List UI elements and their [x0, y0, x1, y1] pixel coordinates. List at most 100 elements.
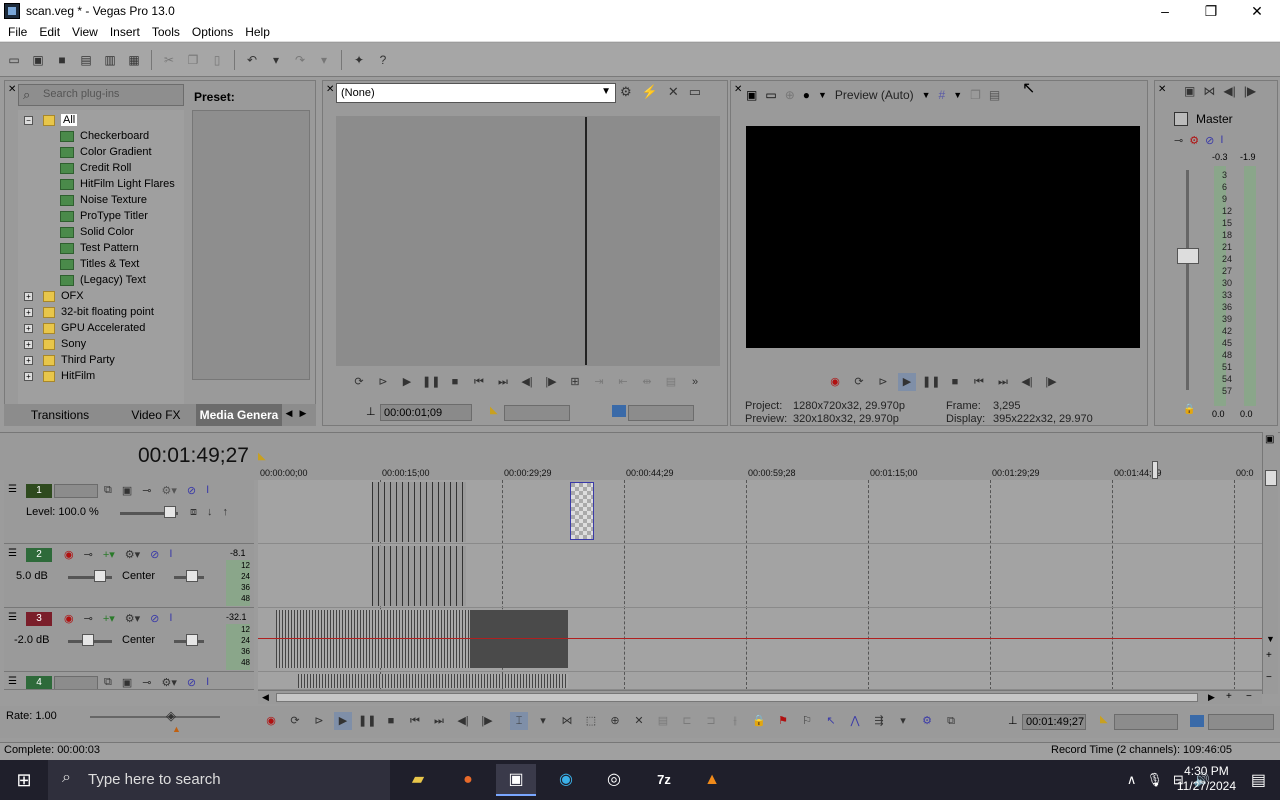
volume-slider-knob[interactable] [82, 634, 94, 646]
track-name-field[interactable] [54, 676, 98, 689]
mute-icon[interactable]: ⊘ [1205, 134, 1214, 147]
project-video-properties-icon[interactable]: ▣ [746, 88, 757, 102]
vlc-icon[interactable]: ▲ [692, 764, 732, 796]
track-fx-icon[interactable]: ⚙▾ [161, 676, 176, 689]
composite-mode-icon[interactable]: ⧉ [104, 676, 112, 689]
horizontal-scroll-thumb[interactable] [276, 693, 1198, 702]
downmix-icon[interactable]: ⋈ [1203, 84, 1215, 98]
make-compositing-child-icon[interactable]: ▣ [122, 484, 132, 497]
insert-bus-fx-icon[interactable]: ⊸ [1174, 134, 1183, 147]
insert-region-icon[interactable]: ⚐ [798, 712, 816, 730]
vertical-scroll-thumb[interactable] [1265, 470, 1277, 486]
make-compositing-child-icon[interactable]: ▣ [122, 676, 132, 689]
firefox-icon[interactable]: ● [448, 764, 488, 796]
tree-folder[interactable]: + GPU Accelerated [24, 320, 145, 336]
go-to-start-icon[interactable]: ⏮ [470, 373, 488, 391]
pause-icon[interactable]: ❚❚ [358, 712, 376, 730]
tree-item[interactable]: Checkerboard [60, 128, 149, 144]
open-folder-icon[interactable]: ▣ [28, 50, 48, 70]
insert-fx-icon[interactable]: +▾ [103, 548, 115, 561]
trimmer-video-area[interactable] [336, 116, 720, 366]
audio-clip-track3[interactable] [276, 610, 568, 668]
master-close-icon[interactable]: ✕ [1158, 84, 1166, 95]
file-explorer-icon[interactable]: ▰ [398, 764, 438, 796]
7zip-icon[interactable]: 7z [644, 764, 684, 796]
normal-edit-tool-icon[interactable]: ⌶ [510, 712, 528, 730]
tab-transitions[interactable]: Transitions [4, 404, 116, 426]
more-controls-icon[interactable]: » [686, 373, 704, 391]
split-screen-icon[interactable]: ⊕ [785, 88, 795, 102]
redo-dropdown-icon[interactable]: ▾ [314, 50, 334, 70]
preview-quality-select[interactable]: Preview (Auto) [835, 88, 914, 102]
trimmer-timecode[interactable]: 00:00:01;09 [380, 404, 472, 421]
track-fx-icon[interactable]: ⚙▾ [161, 484, 176, 497]
zoom-out-horizontal-icon[interactable]: − [1246, 691, 1252, 702]
trimmer-cursor[interactable] [585, 117, 587, 365]
vegas-taskbar-icon[interactable]: ▣ [496, 764, 536, 796]
solo-icon[interactable]: I [206, 484, 209, 497]
zoom-edit-tool-icon[interactable]: ⊕ [606, 712, 624, 730]
go-to-start-icon[interactable]: ⏮ [970, 373, 988, 391]
master-fader-knob[interactable] [1177, 247, 1199, 264]
save-snapshot-icon[interactable]: ▤ [989, 88, 1000, 102]
collapse-icon[interactable]: − [24, 115, 33, 125]
enable-snapping-icon[interactable]: ↖ [822, 712, 840, 730]
invert-phase-icon[interactable]: ⊸ [84, 612, 93, 625]
trimmer-monitor-icon[interactable]: ▭ [689, 84, 701, 100]
render-icon[interactable]: ▥ [100, 50, 120, 70]
play-from-start-icon[interactable]: ⊳ [310, 712, 328, 730]
expand-icon[interactable]: ↓ [207, 506, 213, 519]
undo-dropdown-icon[interactable]: ▾ [266, 50, 286, 70]
previous-frame-icon[interactable]: ◀| [518, 373, 536, 391]
menu-view[interactable]: View [66, 25, 104, 39]
external-monitor-icon[interactable]: ▭ [765, 88, 776, 102]
pan-slider-knob[interactable] [186, 570, 198, 582]
next-frame-icon[interactable]: |▶ [542, 373, 560, 391]
master-fader-track[interactable] [1186, 170, 1189, 390]
tab-video-fx[interactable]: Video FX [116, 404, 196, 426]
tab-scroll-right-icon[interactable]: ▶ [296, 404, 310, 426]
scroll-down-icon[interactable]: ▼ [1266, 634, 1275, 644]
video-clip[interactable] [372, 482, 466, 542]
mute-icon[interactable]: ⊘ [150, 612, 159, 625]
overwrite-icon[interactable]: ⇤ [614, 373, 632, 391]
expand-icon[interactable]: + [24, 291, 33, 301]
expand-icon[interactable]: + [24, 355, 33, 365]
tree-item[interactable]: ProType Titler [60, 208, 148, 224]
stop-icon[interactable]: ■ [382, 712, 400, 730]
windows-start-icon[interactable]: ⊞ [0, 760, 48, 800]
play-from-start-icon[interactable]: ⊳ [374, 373, 392, 391]
copy-icon[interactable]: ❐ [183, 50, 203, 70]
insert-marker-icon[interactable]: ⚑ [774, 712, 792, 730]
cut-icon[interactable]: ✂ [159, 50, 179, 70]
trim-end-icon[interactable]: ⊐ [702, 712, 720, 730]
tree-folder[interactable]: + Sony [24, 336, 86, 352]
mute-icon[interactable]: ⊘ [187, 484, 196, 497]
menu-file[interactable]: File [2, 25, 33, 39]
properties-icon[interactable]: ▦ [124, 50, 144, 70]
expand-icon[interactable]: + [24, 323, 33, 333]
expand-icon[interactable]: + [24, 307, 33, 317]
timeline-horizontal-scrollbar[interactable]: ◀ ▶ + − [258, 690, 1262, 704]
mute-icon[interactable]: ⊘ [150, 548, 159, 561]
tree-item[interactable]: Credit Roll [60, 160, 131, 176]
microphone-icon[interactable]: 🎙 [1146, 764, 1163, 796]
solo-icon[interactable]: I [206, 676, 209, 689]
go-to-end-icon[interactable]: ⏭ [494, 373, 512, 391]
menu-help[interactable]: Help [239, 25, 276, 39]
pause-icon[interactable]: ❚❚ [422, 373, 440, 391]
tree-folder[interactable]: − All [24, 112, 78, 128]
menu-insert[interactable]: Insert [104, 25, 146, 39]
next-frame-icon[interactable]: |▶ [478, 712, 496, 730]
edit-tool-dropdown-icon[interactable]: ▾ [534, 712, 552, 730]
clear-trimmer-icon[interactable]: ✕ [668, 84, 679, 100]
insert-fx-icon[interactable]: +▾ [103, 612, 115, 625]
save-as-icon[interactable]: ▤ [76, 50, 96, 70]
rate-slider-knob[interactable]: ◈ [166, 708, 176, 724]
delete-icon[interactable]: ✕ [630, 712, 648, 730]
taskbar-search-box[interactable]: ⌕ Type here to search [48, 760, 390, 800]
timeline-vertical-scrollbar[interactable]: ▣ ▼ + − [1262, 432, 1278, 694]
track-name-field[interactable] [54, 484, 98, 498]
timeline-timecode[interactable]: 00:01:49;27 [138, 444, 249, 468]
pan-slider-knob[interactable] [186, 634, 198, 646]
